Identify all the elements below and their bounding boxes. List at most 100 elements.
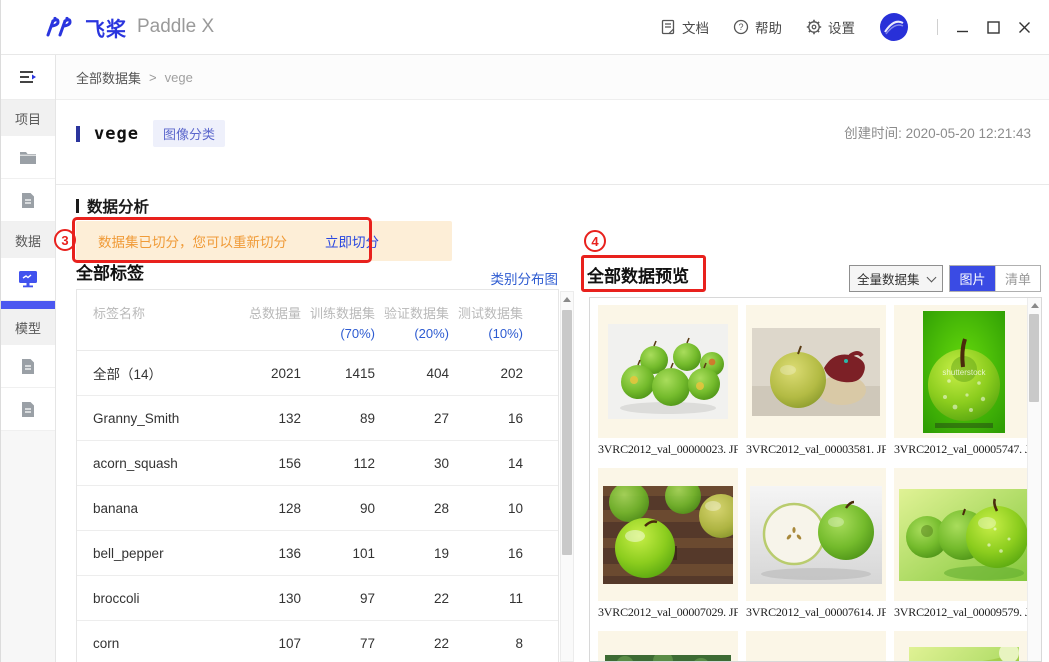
table-row[interactable]: corn10777228 xyxy=(77,621,558,662)
count-cell: 77 xyxy=(301,636,375,651)
app-logo[interactable]: 飞桨 Paddle X xyxy=(45,13,214,42)
dataset-type-badge: 图像分类 xyxy=(153,120,225,147)
split-now-link[interactable]: 立即切分 xyxy=(325,231,379,251)
sidebar-item-model-list[interactable] xyxy=(1,345,55,388)
file-icon xyxy=(21,192,35,209)
menu-toggle-button[interactable] xyxy=(1,55,55,100)
class-distribution-link[interactable]: 类别分布图 xyxy=(396,268,558,288)
table-row[interactable]: banana128902810 xyxy=(77,486,558,531)
label-name-cell: corn xyxy=(77,636,227,651)
close-icon[interactable] xyxy=(1018,21,1031,34)
preview-filename: 3VRC2012_val_00007614. JF xyxy=(746,601,886,623)
count-cell: 28 xyxy=(375,501,449,516)
file-icon xyxy=(21,401,35,418)
table-scrollbar[interactable] xyxy=(560,291,574,662)
chevron-down-icon xyxy=(927,272,937,282)
scroll-up-arrow-icon[interactable] xyxy=(1028,298,1041,312)
count-cell: 22 xyxy=(375,591,449,606)
table-row[interactable]: 全部（14）20211415404202 xyxy=(77,351,558,396)
table-row[interactable]: acorn_squash1561123014 xyxy=(77,441,558,486)
count-cell: 16 xyxy=(449,546,523,561)
sidebar-item-model-detail[interactable] xyxy=(1,388,55,431)
title-accent-bar xyxy=(76,126,80,142)
file-icon xyxy=(21,358,35,375)
scrollbar-thumb[interactable] xyxy=(1029,314,1039,402)
breadcrumb-root[interactable]: 全部数据集 xyxy=(76,68,141,87)
count-cell: 19 xyxy=(375,546,449,561)
count-cell: 16 xyxy=(449,411,523,426)
dataset-monitor-icon xyxy=(18,270,38,288)
split-notice-text: 数据集已切分，您可以重新切分 xyxy=(98,231,287,251)
view-image-button[interactable]: 图片 xyxy=(950,266,995,291)
table-row[interactable]: broccoli130972211 xyxy=(77,576,558,621)
preview-thumb xyxy=(598,631,738,662)
sidebar-item-project-detail[interactable] xyxy=(1,179,55,222)
preview-item[interactable]: 3VRC2012_val_00000023. JF xyxy=(598,305,738,460)
column-header: 验证数据集(20%) xyxy=(375,303,449,341)
label-name-cell: acorn_squash xyxy=(77,456,227,471)
brand-en: Paddle X xyxy=(137,16,214,38)
gear-icon xyxy=(806,19,822,35)
preview-item[interactable]: 3VRC2012_val_00009579. JF xyxy=(894,468,1034,623)
preview-thumb xyxy=(598,305,738,438)
breadcrumb-current: vege xyxy=(165,70,193,85)
count-cell: 30 xyxy=(375,456,449,471)
minimize-icon[interactable] xyxy=(956,21,969,34)
brand-cn: 飞桨 xyxy=(85,13,127,42)
count-cell: 404 xyxy=(375,366,449,381)
preview-filename: 3VRC2012_val_00003581. JF xyxy=(746,438,886,460)
preview-item[interactable]: 3VRC2012_val_00007029. JF xyxy=(598,468,738,623)
count-cell: 10 xyxy=(449,501,523,516)
avatar-icon[interactable] xyxy=(879,12,909,42)
count-cell: 8 xyxy=(449,636,523,651)
preview-panel: 3VRC2012_val_00000023. JF xyxy=(589,297,1042,662)
preview-scrollbar[interactable] xyxy=(1027,298,1041,661)
paddle-logo-icon xyxy=(45,16,79,38)
label-name-cell: banana xyxy=(77,501,227,516)
dataset-filter-dropdown[interactable]: 全量数据集 xyxy=(849,265,943,292)
preview-section-title: 全部数据预览 xyxy=(587,262,689,287)
created-time: 创建时间: 2020-05-20 12:21:43 xyxy=(844,120,1031,142)
table-row[interactable]: bell_pepper1361011916 xyxy=(77,531,558,576)
preview-item[interactable]: shutterstock 3VRC2012_val_00005747. JF xyxy=(894,305,1034,460)
breadcrumb: 全部数据集 > vege xyxy=(56,55,1049,100)
preview-thumb xyxy=(894,631,1034,662)
sidebar-item-project-list[interactable] xyxy=(1,136,55,179)
scroll-up-arrow-icon[interactable] xyxy=(561,292,573,306)
watermark-text: shutterstock xyxy=(942,368,986,377)
sidebar-item-dataset-active[interactable] xyxy=(1,258,55,301)
label-name-cell: 全部（14） xyxy=(77,363,227,383)
folder-icon xyxy=(19,150,37,165)
count-cell: 22 xyxy=(375,636,449,651)
help-label: 帮助 xyxy=(755,17,782,37)
count-cell: 202 xyxy=(449,366,523,381)
annotation-number-4: 4 xyxy=(584,230,606,252)
sidebar-group-data: 数据 xyxy=(1,222,55,258)
count-cell: 156 xyxy=(227,456,301,471)
preview-item[interactable]: 3VRC2012_val_00007614. JF xyxy=(746,468,886,623)
help-button[interactable]: ? 帮助 xyxy=(733,17,782,37)
labels-table: 标签名称总数据量训练数据集(70%)验证数据集(20%)测试数据集(10%) 全… xyxy=(76,289,559,662)
maximize-icon[interactable] xyxy=(987,21,1000,34)
count-cell: 11 xyxy=(449,591,523,606)
preview-item[interactable] xyxy=(746,631,886,662)
annotation-number-3: 3 xyxy=(54,229,76,251)
count-cell: 112 xyxy=(301,456,375,471)
menu-toggle-icon xyxy=(18,70,38,84)
question-circle-icon: ? xyxy=(733,19,749,35)
preview-thumb xyxy=(746,468,886,601)
scrollbar-thumb[interactable] xyxy=(562,310,572,555)
settings-button[interactable]: 设置 xyxy=(806,17,855,37)
label-table-body: 全部（14）20211415404202Granny_Smith13289271… xyxy=(77,351,558,662)
preview-thumb xyxy=(746,305,886,438)
preview-item[interactable]: 3VRC2012_val_00003581. JF xyxy=(746,305,886,460)
docs-button[interactable]: 文档 xyxy=(660,17,709,37)
count-cell: 130 xyxy=(227,591,301,606)
count-cell: 136 xyxy=(227,546,301,561)
sidebar-group-model: 模型 xyxy=(1,309,55,345)
view-list-button[interactable]: 清单 xyxy=(995,266,1040,291)
preview-item[interactable] xyxy=(894,631,1034,662)
table-row[interactable]: Granny_Smith132892716 xyxy=(77,396,558,441)
count-cell: 89 xyxy=(301,411,375,426)
preview-item[interactable] xyxy=(598,631,738,662)
